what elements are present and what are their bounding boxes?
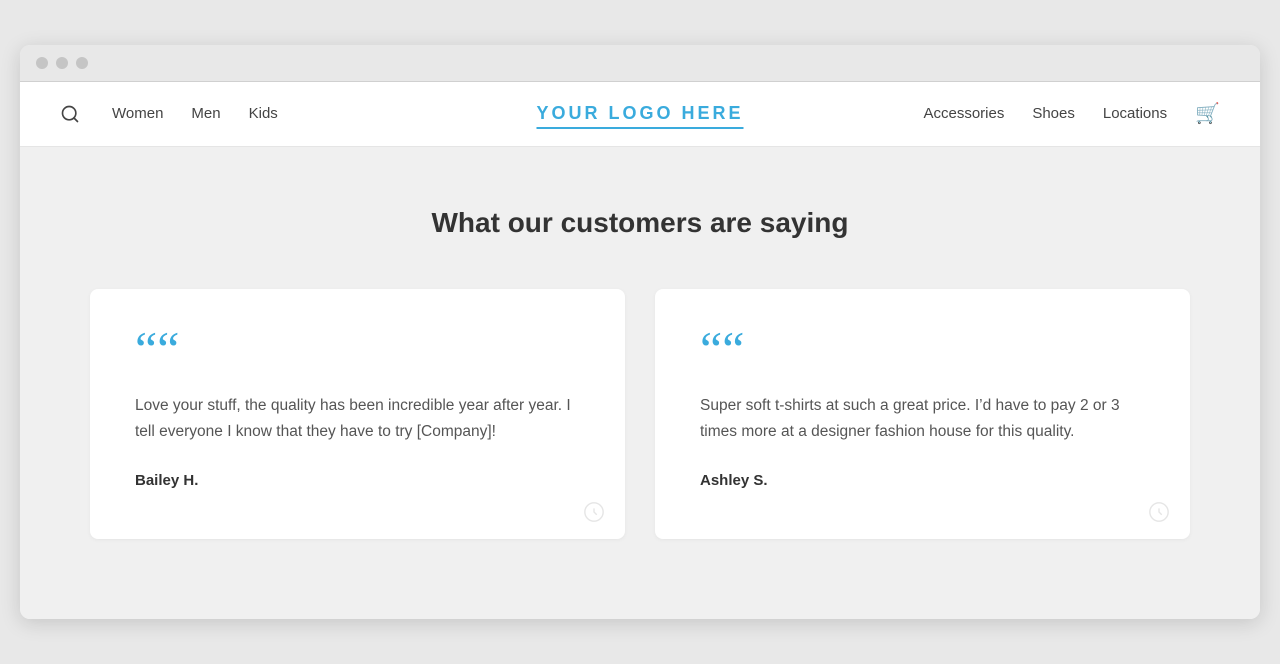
navbar-left: Women Men Kids [60,104,278,124]
watermark-icon-1 [583,501,605,523]
section-title: What our customers are saying [60,207,1220,239]
nav-item-locations[interactable]: Locations [1103,105,1167,122]
nav-item-women[interactable]: Women [112,105,163,122]
browser-dot-yellow [56,57,68,69]
watermark-icon-2 [1148,501,1170,523]
browser-window: Women Men Kids YOUR LOGO HERE Accessorie… [20,45,1260,619]
navbar: Women Men Kids YOUR LOGO HERE Accessorie… [20,82,1260,147]
nav-item-shoes[interactable]: Shoes [1032,105,1075,122]
testimonial-text-2: Super soft t-shirts at such a great pric… [700,393,1145,444]
browser-dot-red [36,57,48,69]
browser-dot-green [76,57,88,69]
search-button[interactable] [60,104,80,124]
nav-links-left: Women Men Kids [112,105,278,122]
testimonial-text-1: Love your stuff, the quality has been in… [135,393,580,444]
testimonial-card-1: ““ Love your stuff, the quality has been… [90,289,625,539]
main-content: What our customers are saying ““ Love yo… [20,147,1260,619]
logo[interactable]: YOUR LOGO HERE [536,103,743,129]
quote-mark-1: ““ [135,329,580,369]
navbar-center: YOUR LOGO HERE [536,103,743,124]
quote-mark-2: ““ [700,329,1145,369]
nav-item-men[interactable]: Men [191,105,220,122]
browser-chrome [20,45,1260,82]
cart-button[interactable]: 🛒 [1195,104,1220,124]
testimonial-author-2: Ashley S. [700,472,1145,489]
nav-item-accessories[interactable]: Accessories [923,105,1004,122]
testimonial-card-2: ““ Super soft t-shirts at such a great p… [655,289,1190,539]
cart-icon-symbol: 🛒 [1195,104,1220,124]
nav-item-kids[interactable]: Kids [249,105,278,122]
testimonial-author-1: Bailey H. [135,472,580,489]
testimonials-grid: ““ Love your stuff, the quality has been… [90,289,1190,539]
search-icon [60,104,80,124]
navbar-right: Accessories Shoes Locations 🛒 [923,104,1220,124]
